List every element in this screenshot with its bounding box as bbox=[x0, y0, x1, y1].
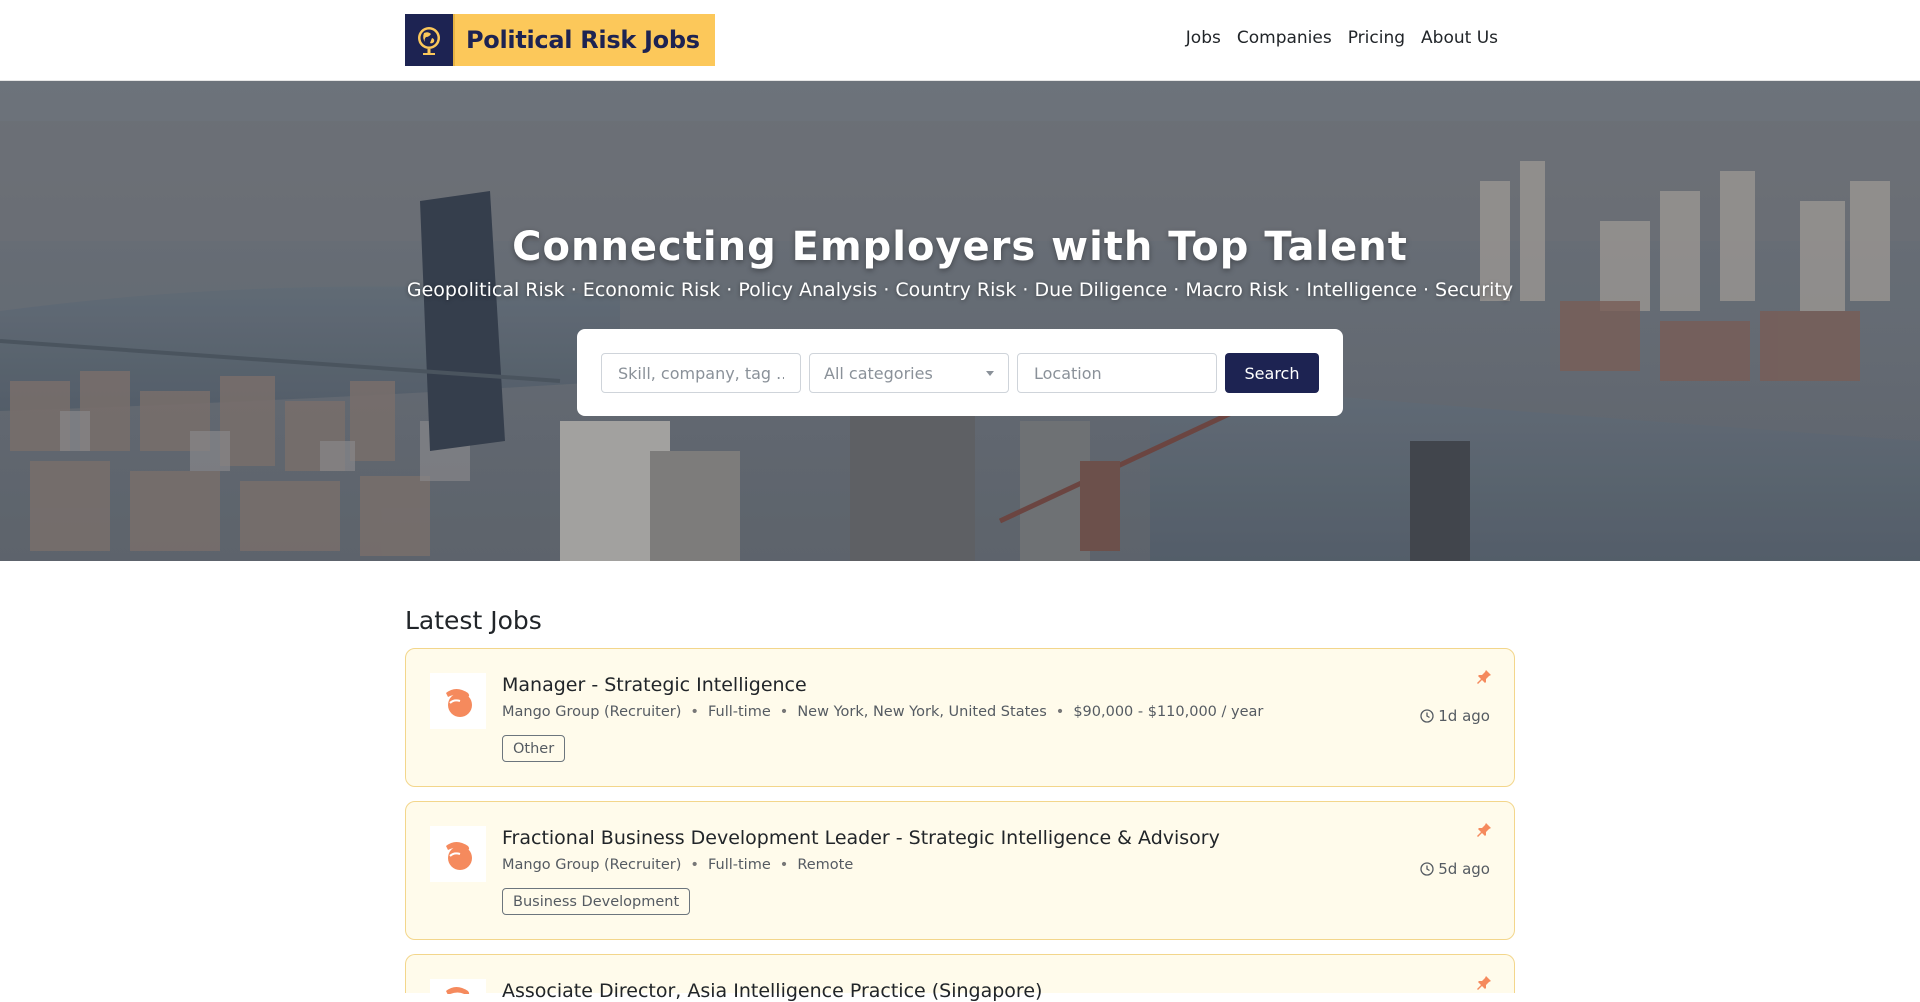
keyword-field[interactable] bbox=[601, 353, 801, 393]
posted-time-text: 5d ago bbox=[1438, 860, 1490, 878]
mango-logo-icon bbox=[446, 987, 470, 994]
nav-jobs[interactable]: Jobs bbox=[1186, 28, 1221, 48]
city-skyline-background bbox=[0, 81, 1920, 561]
job-category-tag[interactable]: Business Development bbox=[502, 888, 691, 915]
company-logo bbox=[430, 979, 486, 994]
company-logo bbox=[430, 826, 486, 882]
job-card[interactable]: Manager - Strategic Intelligence Mango G… bbox=[405, 648, 1515, 787]
search-button[interactable]: Search bbox=[1225, 353, 1319, 393]
job-meta: Mango Group (Recruiter) • Full-time • Ne… bbox=[502, 704, 1264, 720]
pin-icon bbox=[1476, 822, 1492, 842]
hero-banner: Connecting Employers with Top Talent Geo… bbox=[0, 81, 1920, 561]
job-company: Mango Group (Recruiter) bbox=[502, 857, 682, 873]
location-input[interactable] bbox=[1032, 362, 1202, 384]
globe-icon bbox=[405, 14, 455, 66]
company-logo bbox=[430, 673, 486, 729]
job-meta: Mango Group (Recruiter) • Full-time • Re… bbox=[502, 857, 854, 873]
job-location: Remote bbox=[797, 857, 854, 873]
job-title[interactable]: Fractional Business Development Leader -… bbox=[502, 827, 1220, 849]
mango-logo-icon bbox=[446, 842, 472, 870]
posted-time: 1d ago bbox=[1420, 707, 1490, 725]
job-card[interactable]: Fractional Business Development Leader -… bbox=[405, 801, 1515, 940]
clock-icon bbox=[1420, 709, 1434, 723]
search-form: All categories Search bbox=[577, 329, 1343, 416]
job-type: Full-time bbox=[707, 704, 771, 720]
clock-icon bbox=[1420, 862, 1434, 876]
category-select-value: All categories bbox=[824, 363, 933, 383]
hero-subtitle: Geopolitical Risk · Economic Risk · Poli… bbox=[406, 279, 1514, 301]
nav-companies[interactable]: Companies bbox=[1237, 28, 1332, 48]
location-field[interactable] bbox=[1017, 353, 1217, 393]
job-title[interactable]: Associate Director, Asia Intelligence Pr… bbox=[502, 980, 1042, 1002]
category-select[interactable]: All categories bbox=[809, 353, 1009, 393]
job-category-tag[interactable]: Other bbox=[502, 735, 566, 762]
posted-time-text: 1d ago bbox=[1438, 707, 1490, 725]
posted-time: 5d ago bbox=[1420, 860, 1490, 878]
job-title[interactable]: Manager - Strategic Intelligence bbox=[502, 674, 807, 696]
job-type: Full-time bbox=[707, 857, 771, 873]
latest-jobs-heading: Latest Jobs bbox=[405, 606, 542, 635]
pin-icon bbox=[1476, 975, 1492, 995]
nav-about-us[interactable]: About Us bbox=[1421, 28, 1498, 48]
site-header: Political Risk Jobs Jobs Companies Prici… bbox=[0, 0, 1920, 81]
job-card[interactable]: Associate Director, Asia Intelligence Pr… bbox=[405, 954, 1515, 1002]
job-salary: $90,000 - $110,000 / year bbox=[1073, 704, 1264, 720]
brand-logo-link[interactable]: Political Risk Jobs bbox=[405, 14, 715, 66]
brand-name: Political Risk Jobs bbox=[466, 26, 700, 54]
main-nav: Jobs Companies Pricing About Us bbox=[1186, 28, 1498, 48]
job-company: Mango Group (Recruiter) bbox=[502, 704, 682, 720]
chevron-down-icon bbox=[986, 370, 994, 376]
job-location: New York, New York, United States bbox=[797, 704, 1047, 720]
pin-icon bbox=[1476, 669, 1492, 689]
nav-pricing[interactable]: Pricing bbox=[1348, 28, 1405, 48]
hero-title: Connecting Employers with Top Talent bbox=[512, 224, 1408, 270]
keyword-input[interactable] bbox=[616, 362, 786, 384]
mango-logo-icon bbox=[446, 689, 472, 717]
